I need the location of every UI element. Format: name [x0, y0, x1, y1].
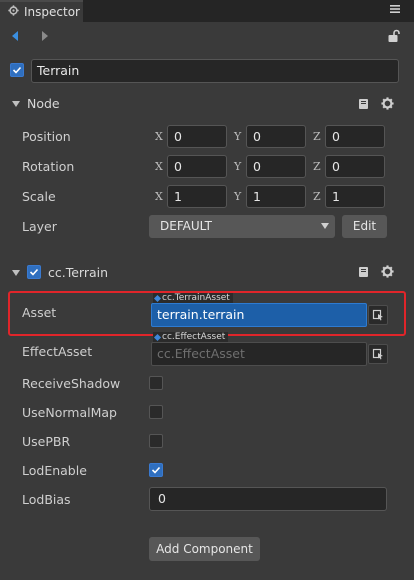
receive-shadow-label: ReceiveShadow — [22, 376, 121, 391]
asset-field[interactable]: terrain.terrain — [151, 303, 367, 327]
asset-type-diamond-icon — [153, 294, 162, 303]
layer-edit-button[interactable]: Edit — [342, 215, 387, 238]
asset-label: Asset — [22, 305, 57, 320]
file-pointer-icon — [372, 348, 383, 360]
effect-asset-field[interactable]: cc.EffectAsset — [151, 342, 367, 366]
axis-z-label: Z — [313, 160, 321, 173]
rotation-y-input[interactable]: 0 — [246, 155, 306, 178]
menu-icon[interactable] — [388, 3, 402, 17]
layer-label: Layer — [22, 219, 57, 234]
gear-icon[interactable] — [381, 97, 394, 110]
back-arrow-icon[interactable] — [9, 29, 21, 46]
scale-y-input[interactable]: 1 — [246, 185, 306, 208]
use-pbr-checkbox[interactable] — [149, 434, 163, 448]
lod-enable-checkbox[interactable] — [149, 463, 163, 477]
scale-label: Scale — [22, 189, 56, 204]
node-section-header[interactable]: Node — [0, 91, 414, 117]
axis-y-label: Y — [234, 160, 242, 173]
position-x-input[interactable]: 0 — [167, 125, 227, 148]
position-label: Position — [22, 129, 71, 144]
lod-bias-label: LodBias — [22, 492, 71, 507]
node-name-input[interactable]: Terrain — [31, 59, 399, 83]
axis-x-label: X — [155, 160, 163, 173]
terrain-section-title: cc.Terrain — [48, 265, 109, 280]
collapse-triangle-icon — [12, 101, 20, 107]
use-pbr-label: UsePBR — [22, 434, 71, 449]
layer-select[interactable]: DEFAULT — [149, 215, 335, 238]
gear-icon[interactable] — [381, 265, 394, 278]
lod-enable-label: LodEnable — [22, 463, 87, 478]
scale-z-input[interactable]: 1 — [325, 185, 385, 208]
axis-y-label: Y — [234, 130, 242, 143]
help-book-icon[interactable] — [358, 98, 370, 110]
tab-inspector[interactable]: Inspector — [0, 0, 83, 22]
lod-bias-input[interactable]: 0 — [149, 487, 387, 511]
asset-locate-button[interactable] — [368, 305, 388, 325]
rotation-x-input[interactable]: 0 — [167, 155, 227, 178]
chevron-down-icon — [321, 223, 329, 229]
effect-asset-locate-button[interactable] — [368, 344, 388, 364]
node-section-title: Node — [27, 96, 60, 111]
layer-select-value: DEFAULT — [160, 219, 212, 233]
help-book-icon[interactable] — [358, 266, 370, 278]
use-normal-map-label: UseNormalMap — [22, 405, 117, 420]
rotation-z-input[interactable]: 0 — [325, 155, 385, 178]
asset-type-diamond-icon — [153, 333, 162, 342]
add-component-button[interactable]: Add Component — [149, 537, 260, 561]
forward-arrow-icon[interactable] — [39, 29, 51, 46]
file-pointer-icon — [372, 309, 383, 321]
position-z-input[interactable]: 0 — [325, 125, 385, 148]
terrain-enabled-checkbox[interactable] — [27, 265, 41, 279]
terrain-section-header[interactable]: cc.Terrain — [0, 259, 414, 285]
lock-icon[interactable] — [387, 29, 401, 46]
effect-asset-label: EffectAsset — [22, 344, 93, 359]
axis-x-label: X — [155, 190, 163, 203]
tab-title: Inspector — [24, 5, 80, 19]
axis-z-label: Z — [313, 190, 321, 203]
node-active-checkbox[interactable] — [10, 63, 24, 77]
receive-shadow-checkbox[interactable] — [149, 376, 163, 390]
rotation-label: Rotation — [22, 159, 75, 174]
axis-y-label: Y — [234, 190, 242, 203]
collapse-triangle-icon — [12, 270, 20, 276]
axis-z-label: Z — [313, 130, 321, 143]
axis-x-label: X — [155, 130, 163, 143]
scale-x-input[interactable]: 1 — [167, 185, 227, 208]
settings-icon — [8, 5, 19, 19]
position-y-input[interactable]: 0 — [246, 125, 306, 148]
use-normal-map-checkbox[interactable] — [149, 405, 163, 419]
